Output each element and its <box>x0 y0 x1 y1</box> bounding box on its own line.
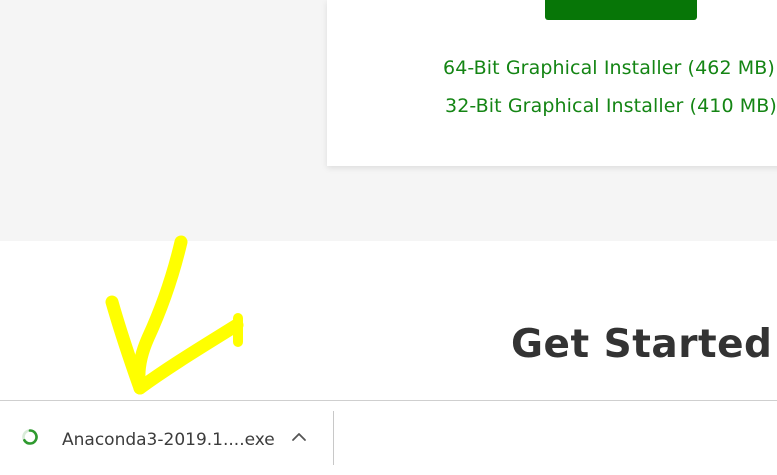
installer-link-64-bit[interactable]: 64-Bit Graphical Installer (462 MB) <box>443 57 775 79</box>
download-button[interactable] <box>545 0 697 20</box>
chevron-up-icon[interactable] <box>290 430 308 444</box>
installer-link-32-bit[interactable]: 32-Bit Graphical Installer (410 MB) <box>445 95 777 117</box>
download-item[interactable]: Anaconda3-2019.1....exe <box>0 401 333 475</box>
loading-spinner-icon <box>22 429 38 445</box>
browser-viewport: 64-Bit Graphical Installer (462 MB) 32-B… <box>0 0 777 475</box>
installer-card: 64-Bit Graphical Installer (462 MB) 32-B… <box>327 0 777 166</box>
download-item-divider <box>333 411 334 465</box>
download-file-name: Anaconda3-2019.1....exe <box>62 430 275 450</box>
download-shelf: Anaconda3-2019.1....exe <box>0 400 777 475</box>
get-started-heading: Get Started with Anaconda <box>511 322 777 367</box>
